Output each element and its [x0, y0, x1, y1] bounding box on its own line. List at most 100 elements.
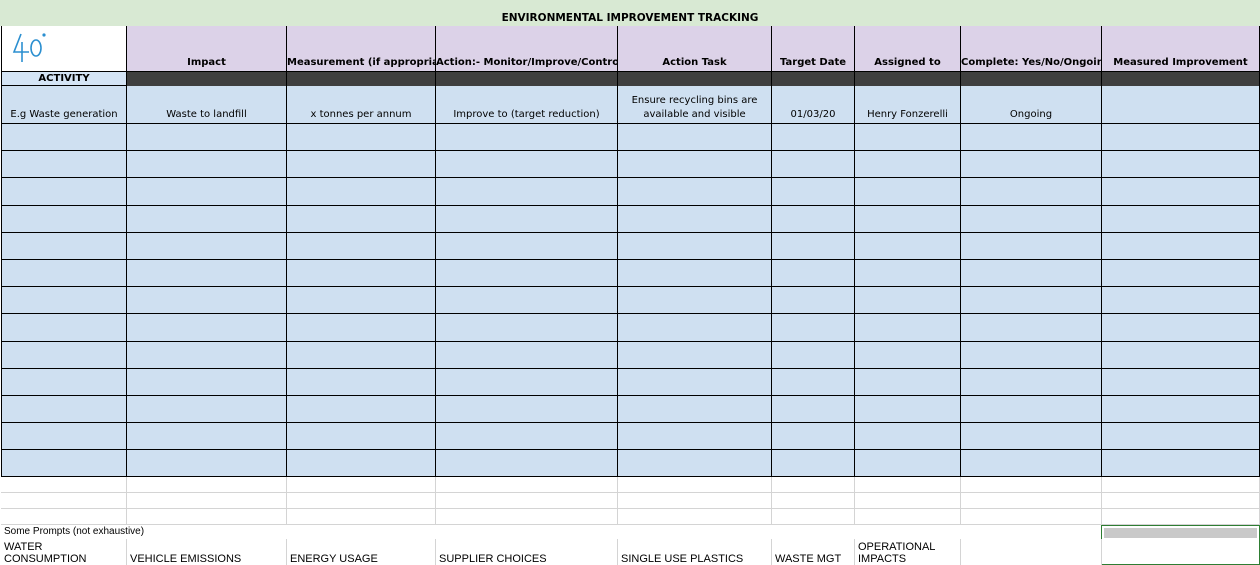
table-cell[interactable] [855, 205, 961, 233]
table-cell[interactable] [618, 205, 772, 233]
table-cell[interactable] [855, 423, 961, 451]
table-cell[interactable] [1, 396, 127, 424]
empty-cell[interactable] [1102, 493, 1260, 509]
header-target-date[interactable]: Target Date [772, 26, 855, 72]
prompt-6[interactable]: WASTE MGT [772, 539, 855, 565]
table-cell[interactable] [1102, 205, 1260, 233]
example-cell-measured-improvement[interactable] [1102, 86, 1260, 124]
table-cell[interactable] [287, 450, 436, 478]
table-cell[interactable] [1, 314, 127, 342]
empty-cell[interactable] [618, 477, 772, 493]
table-cell[interactable] [772, 341, 855, 369]
empty-cell[interactable] [436, 493, 618, 509]
table-cell[interactable] [127, 287, 287, 315]
empty-cell[interactable] [287, 493, 436, 509]
table-cell[interactable] [436, 124, 618, 152]
table-cell[interactable] [127, 396, 287, 424]
table-cell[interactable] [618, 232, 772, 260]
table-cell[interactable] [1102, 314, 1260, 342]
empty-cell[interactable] [855, 477, 961, 493]
empty-cell[interactable] [287, 477, 436, 493]
table-cell[interactable] [618, 450, 772, 478]
table-cell[interactable] [1, 124, 127, 152]
example-cell-action[interactable]: Improve to (target reduction) [436, 86, 618, 124]
table-cell[interactable] [961, 368, 1102, 396]
table-cell[interactable] [772, 396, 855, 424]
highlighted-cell[interactable] [1101, 525, 1260, 565]
table-cell[interactable] [127, 450, 287, 478]
header-assigned-to[interactable]: Assigned to [855, 26, 961, 72]
table-cell[interactable] [1, 205, 127, 233]
table-cell[interactable] [436, 287, 618, 315]
table-cell[interactable] [1102, 450, 1260, 478]
table-cell[interactable] [618, 178, 772, 206]
table-cell[interactable] [772, 260, 855, 288]
table-cell[interactable] [618, 151, 772, 179]
table-cell[interactable] [436, 178, 618, 206]
table-cell[interactable] [855, 260, 961, 288]
empty-cell[interactable] [436, 477, 618, 493]
table-cell[interactable] [618, 287, 772, 315]
example-cell-activity[interactable]: E.g Waste generation [1, 86, 127, 124]
table-cell[interactable] [1102, 124, 1260, 152]
table-cell[interactable] [287, 232, 436, 260]
empty-cell[interactable] [287, 509, 436, 525]
empty-cell[interactable] [1102, 477, 1260, 493]
table-cell[interactable] [127, 205, 287, 233]
table-cell[interactable] [618, 341, 772, 369]
table-cell[interactable] [618, 396, 772, 424]
table-cell[interactable] [287, 314, 436, 342]
table-cell[interactable] [287, 151, 436, 179]
table-cell[interactable] [618, 124, 772, 152]
table-cell[interactable] [436, 450, 618, 478]
table-cell[interactable] [287, 368, 436, 396]
prompt-5[interactable]: SINGLE USE PLASTICS [618, 539, 772, 565]
table-cell[interactable] [961, 450, 1102, 478]
table-cell[interactable] [961, 178, 1102, 206]
table-cell[interactable] [855, 124, 961, 152]
table-cell[interactable] [287, 396, 436, 424]
table-cell[interactable] [855, 450, 961, 478]
example-cell-measurement[interactable]: x tonnes per annum [287, 86, 436, 124]
table-cell[interactable] [1102, 151, 1260, 179]
table-cell[interactable] [1102, 287, 1260, 315]
table-cell[interactable] [961, 124, 1102, 152]
table-cell[interactable] [618, 314, 772, 342]
table-cell[interactable] [772, 178, 855, 206]
table-cell[interactable] [1102, 423, 1260, 451]
table-cell[interactable] [436, 260, 618, 288]
table-cell[interactable] [127, 178, 287, 206]
table-cell[interactable] [436, 151, 618, 179]
prompt-1[interactable]: WATER CONSUMPTION [1, 539, 127, 565]
table-cell[interactable] [287, 178, 436, 206]
empty-cell[interactable] [1, 509, 127, 525]
table-cell[interactable] [1, 287, 127, 315]
table-cell[interactable] [127, 314, 287, 342]
table-cell[interactable] [436, 368, 618, 396]
table-cell[interactable] [772, 368, 855, 396]
table-cell[interactable] [436, 341, 618, 369]
table-cell[interactable] [772, 232, 855, 260]
table-cell[interactable] [961, 260, 1102, 288]
table-cell[interactable] [961, 341, 1102, 369]
table-cell[interactable] [287, 341, 436, 369]
empty-cell[interactable] [1, 493, 127, 509]
table-cell[interactable] [1102, 396, 1260, 424]
table-cell[interactable] [287, 124, 436, 152]
table-cell[interactable] [127, 124, 287, 152]
table-cell[interactable] [127, 423, 287, 451]
header-impact[interactable]: Impact [127, 26, 287, 72]
table-cell[interactable] [855, 341, 961, 369]
table-cell[interactable] [436, 232, 618, 260]
table-cell[interactable] [127, 232, 287, 260]
empty-cell[interactable] [127, 477, 287, 493]
table-cell[interactable] [1, 341, 127, 369]
table-cell[interactable] [855, 287, 961, 315]
empty-cell[interactable] [772, 493, 855, 509]
table-cell[interactable] [772, 287, 855, 315]
table-cell[interactable] [1102, 260, 1260, 288]
table-cell[interactable] [961, 287, 1102, 315]
table-cell[interactable] [855, 178, 961, 206]
table-cell[interactable] [961, 232, 1102, 260]
header-action[interactable]: Action:- Monitor/Improve/Control [436, 26, 618, 72]
